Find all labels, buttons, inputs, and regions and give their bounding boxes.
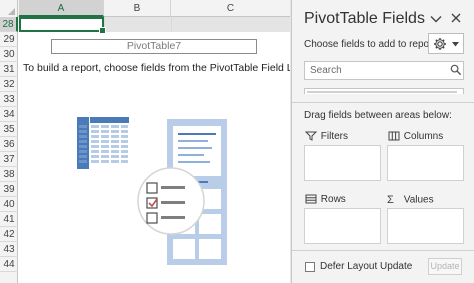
checkbox-magnifier-icon	[137, 167, 205, 235]
columns-icon	[388, 131, 400, 141]
pane-title: PivotTable Fields	[304, 10, 425, 27]
update-button[interactable]: Update	[428, 258, 462, 275]
defer-layout-update-label: Defer Layout Update	[320, 261, 413, 272]
values-area: Σ Values	[387, 192, 464, 244]
values-drop-zone[interactable]	[387, 208, 464, 244]
row-header[interactable]: 43	[0, 242, 18, 257]
row-header[interactable]: 37	[0, 152, 18, 167]
row-header[interactable]: 32	[0, 77, 18, 92]
row-header[interactable]: 28	[0, 17, 18, 32]
row-header[interactable]: 40	[0, 197, 18, 212]
row-header[interactable]: 30	[0, 47, 18, 62]
columns-area-label: Columns	[403, 131, 444, 142]
row-header[interactable]: 39	[0, 182, 18, 197]
row-header[interactable]: 44	[0, 257, 18, 272]
row-header[interactable]: 34	[0, 107, 18, 122]
filters-area-header: Filters	[304, 129, 381, 145]
filters-area-label: Filters	[320, 131, 349, 142]
pivot-field-list-illustration	[77, 117, 227, 265]
select-all-corner[interactable]	[0, 0, 18, 17]
values-area-header: Σ Values	[387, 192, 464, 208]
row-header[interactable]: 41	[0, 212, 18, 227]
row-header[interactable]: 36	[0, 137, 18, 152]
tools-button[interactable]	[428, 33, 464, 54]
search-icon[interactable]	[450, 64, 462, 76]
columns-area: Columns	[387, 129, 464, 181]
pivot-table-placeholder[interactable]: PivotTable7 To build a report, choose fi…	[19, 32, 290, 283]
column-header-c[interactable]: C	[171, 0, 290, 17]
row-headers: 28 29 30 31 32 33 34 35 36 37 38 39 40 4…	[0, 17, 18, 283]
defer-layout-update-checkbox[interactable]	[305, 262, 315, 272]
rows-area-header: Rows	[304, 192, 381, 208]
dropdown-arrow-icon	[452, 42, 459, 47]
row-header[interactable]: 31	[0, 62, 18, 77]
pane-divider	[292, 102, 474, 103]
field-list[interactable]	[304, 88, 464, 94]
columns-drop-zone[interactable]	[387, 145, 464, 181]
chevron-down-icon[interactable]	[429, 12, 443, 26]
rows-icon	[305, 194, 317, 204]
close-icon[interactable]	[449, 11, 463, 25]
row-header[interactable]: 29	[0, 32, 18, 47]
column-header-a[interactable]: A	[19, 0, 104, 17]
active-cell-a28[interactable]	[19, 17, 106, 34]
row-header[interactable]: 42	[0, 227, 18, 242]
values-area-label: Values	[403, 194, 434, 206]
worksheet[interactable]: A B C 28 29 30 31 32 33 34 35 36 37 38 3…	[0, 0, 290, 283]
gear-icon	[434, 38, 446, 50]
column-header-b[interactable]: B	[104, 0, 171, 17]
pivot-instruction-text: To build a report, choose fields from th…	[23, 62, 290, 74]
filters-drop-zone[interactable]	[304, 145, 381, 181]
filter-icon	[304, 131, 318, 142]
row-header[interactable]: 38	[0, 167, 18, 182]
rows-drop-zone[interactable]	[304, 208, 381, 244]
row-header[interactable]: 33	[0, 92, 18, 107]
field-search-input[interactable]	[304, 61, 464, 80]
columns-area-header: Columns	[387, 129, 464, 145]
row-header[interactable]: 35	[0, 122, 18, 137]
filters-area: Filters	[304, 129, 381, 181]
table-grid-icon	[77, 117, 129, 169]
rows-area: Rows	[304, 192, 381, 244]
rows-area-label: Rows	[320, 194, 346, 205]
drag-fields-label: Drag fields between areas below:	[304, 110, 452, 121]
pivot-fields-pane: PivotTable Fields Choose fields to add t…	[291, 0, 474, 283]
footer-divider	[292, 250, 474, 251]
choose-fields-label: Choose fields to add to report:	[304, 39, 438, 50]
sigma-icon: Σ	[387, 194, 394, 206]
pivot-table-name: PivotTable7	[51, 39, 257, 54]
column-headers: A B C	[0, 0, 290, 17]
